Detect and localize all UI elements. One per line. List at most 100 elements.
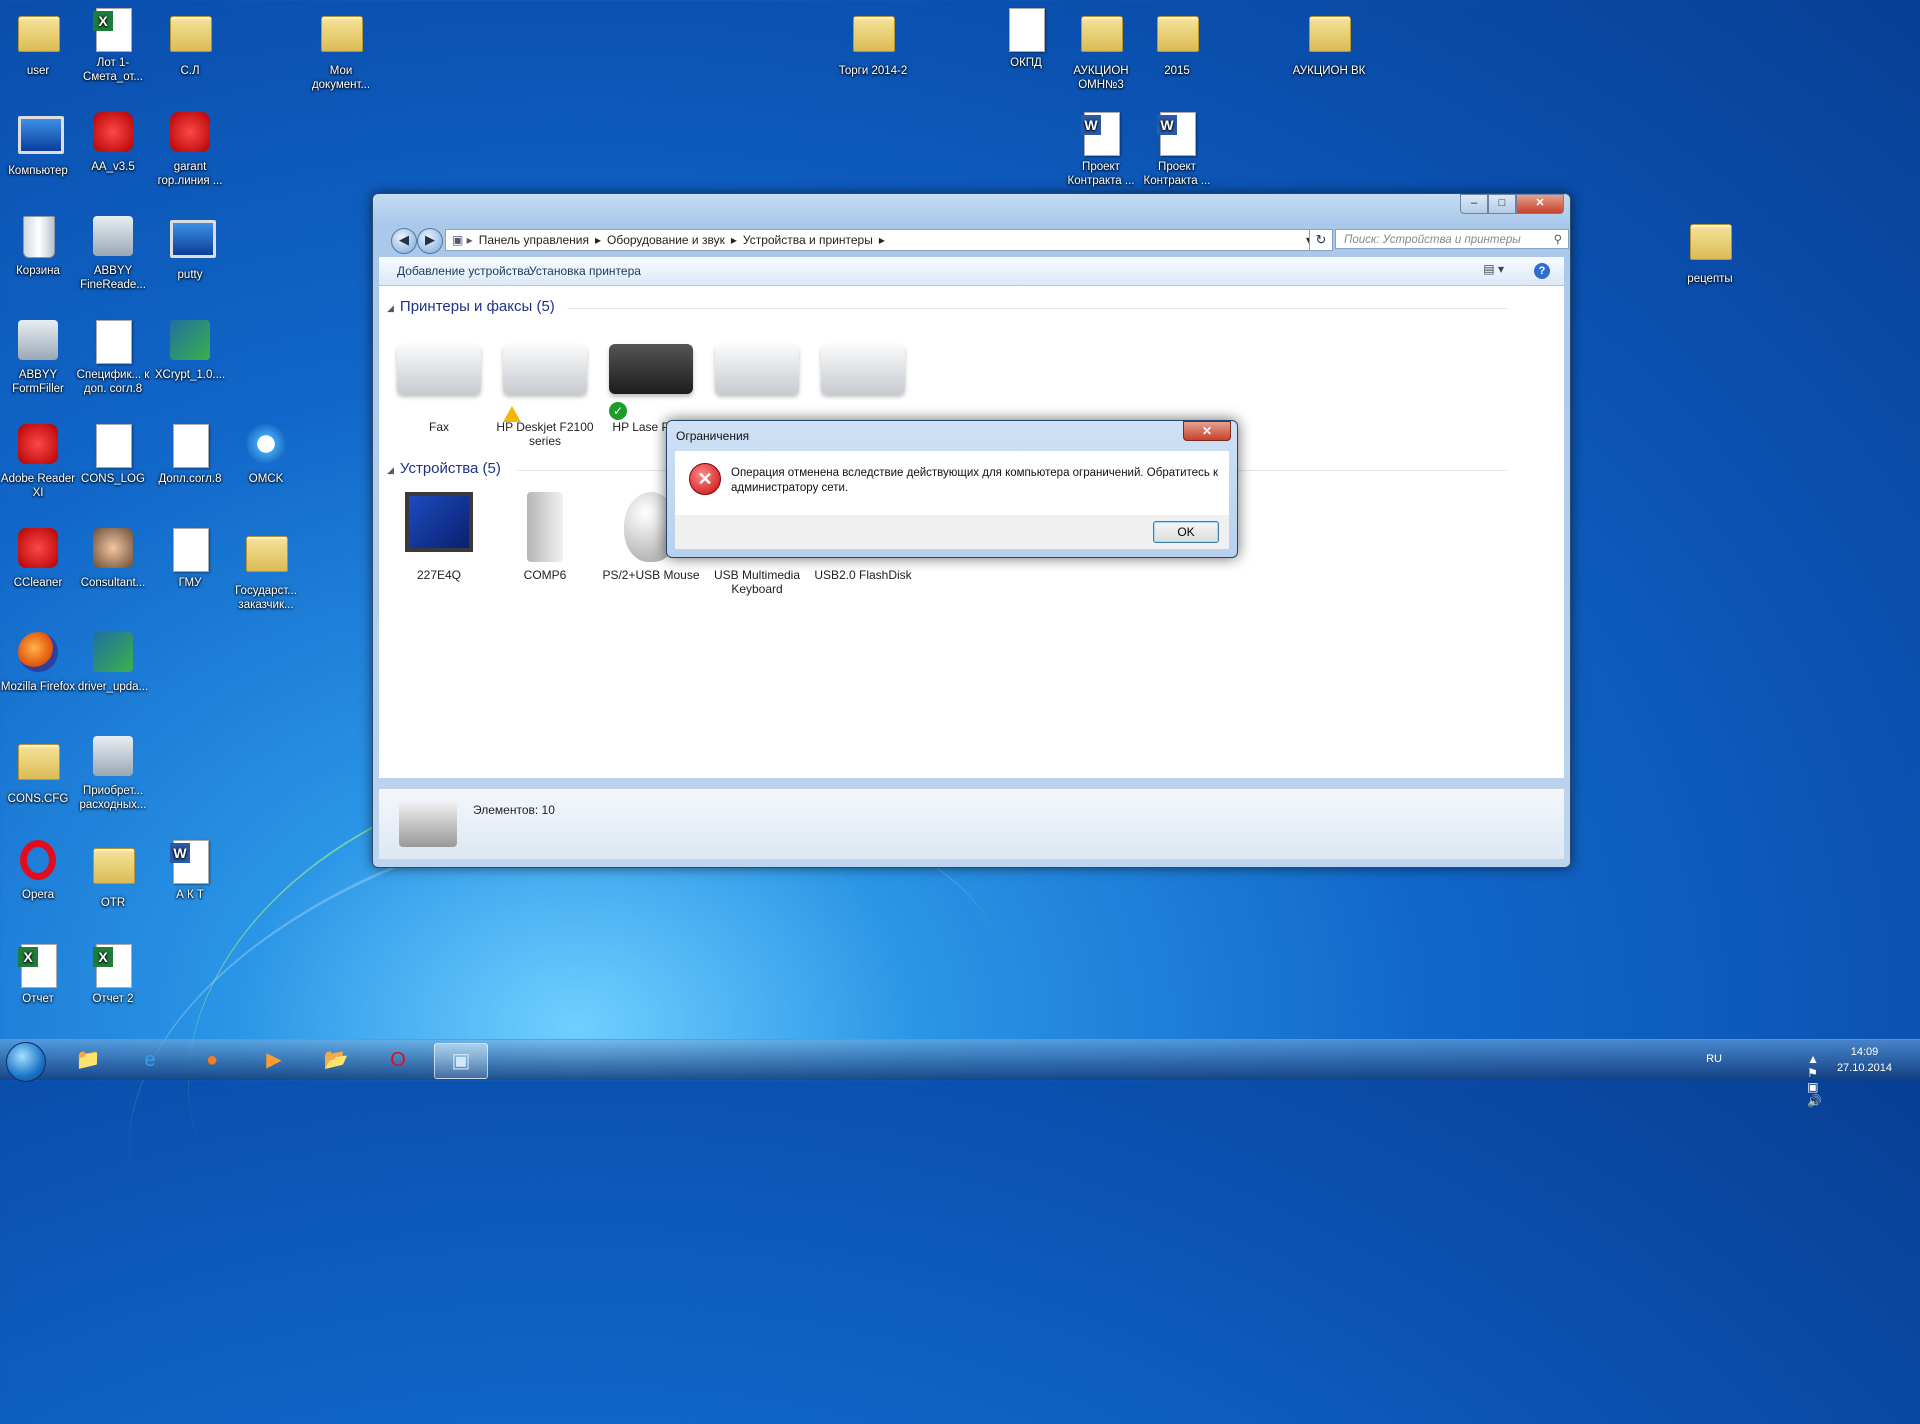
desktop-icon-otchet[interactable]: Отчет bbox=[0, 944, 78, 1006]
breadcrumb-control-panel[interactable]: Панель управления bbox=[479, 233, 589, 247]
firefox-taskbar-icon[interactable]: ● bbox=[186, 1043, 238, 1077]
desktop-icon-cons-log[interactable]: CONS_LOG bbox=[73, 424, 153, 486]
desktop-icon-cons-cfg[interactable]: CONS.CFG bbox=[0, 736, 78, 806]
desktop-icon-garant[interactable]: garant гор.линия ... bbox=[150, 112, 230, 188]
word-icon bbox=[1081, 112, 1120, 156]
abbyy-icon bbox=[18, 320, 58, 360]
desktop-icon-ccleaner[interactable]: CCleaner bbox=[0, 528, 78, 590]
desktop-icon-gos-zakazchik[interactable]: Государст... заказчик... bbox=[226, 528, 306, 612]
search-input[interactable]: Поиск: Устройства и принтеры ⚲ bbox=[1335, 229, 1569, 249]
folder-icon bbox=[18, 744, 60, 780]
explorer-taskbar-icon[interactable]: 📁 bbox=[62, 1043, 114, 1077]
dialog-title: Ограничения bbox=[676, 429, 750, 443]
folder-icon bbox=[1309, 16, 1351, 52]
desktop-icon-project-contract-1[interactable]: Проект Контракта ... bbox=[1061, 112, 1141, 188]
breadcrumb-devices-printers[interactable]: Устройства и принтеры bbox=[743, 233, 873, 247]
printer-icon bbox=[715, 344, 799, 394]
control-panel-taskbar-icon[interactable]: ▣ bbox=[434, 1043, 488, 1079]
desktop-icon-torgi[interactable]: Торги 2014-2 bbox=[833, 8, 913, 78]
desktop-icon-driver-update[interactable]: driver_upda... bbox=[73, 632, 153, 694]
address-bar[interactable]: ▣ ▸ Панель управления ▸ Оборудование и зв… bbox=[445, 229, 1319, 251]
desktop-icon-xcrypt[interactable]: XCrypt_1.0.... bbox=[150, 320, 230, 382]
tray-icons[interactable]: ▲ ⚑ ▣ 🔊 bbox=[1807, 1052, 1828, 1108]
folder-icon bbox=[170, 16, 212, 52]
device-monitor[interactable]: 227E4Q bbox=[389, 492, 489, 582]
desktop-icon-abbyy-finereader[interactable]: ABBYY FineReade... bbox=[73, 216, 153, 292]
printer-hp-deskjet[interactable]: HP Deskjet F2100 series bbox=[495, 330, 595, 448]
desktop-icon-opera[interactable]: Opera bbox=[0, 840, 78, 902]
forward-button[interactable]: ▶ bbox=[417, 228, 443, 254]
address-bar-row: ◀ ▶ ▣ ▸ Панель управления ▸ Оборудование … bbox=[381, 227, 1569, 254]
media-player-taskbar-icon[interactable]: ▶ bbox=[248, 1043, 300, 1077]
back-button[interactable]: ◀ bbox=[391, 228, 417, 254]
opera-taskbar-icon[interactable]: O bbox=[372, 1043, 424, 1077]
clock-date: 27.10.2014 bbox=[1836, 1062, 1892, 1074]
desktop-icon-sl[interactable]: С.Л bbox=[150, 8, 230, 78]
printer-icon bbox=[503, 344, 587, 394]
desktop-icon-2015[interactable]: 2015 bbox=[1137, 8, 1217, 78]
language-indicator[interactable]: RU bbox=[1706, 1053, 1722, 1065]
folder-taskbar-icon[interactable]: 📂 bbox=[310, 1043, 362, 1077]
computer-tower-icon bbox=[527, 492, 563, 562]
printer-fax[interactable]: Fax bbox=[389, 330, 489, 434]
minimize-button[interactable]: – bbox=[1460, 194, 1488, 214]
install-printer-button[interactable]: Установка принтера bbox=[529, 264, 641, 278]
desktop-icon-aa[interactable]: AA_v3.5 bbox=[73, 112, 153, 174]
desktop-icon-akt[interactable]: А К Т bbox=[150, 840, 230, 902]
recycle-bin-icon bbox=[23, 216, 55, 258]
close-button[interactable]: ✕ bbox=[1516, 194, 1564, 214]
desktop-icon-omck[interactable]: OMCK bbox=[226, 424, 306, 486]
xcrypt-icon bbox=[170, 320, 210, 360]
printer-5[interactable] bbox=[813, 330, 913, 420]
desktop-icon-recycle-bin[interactable]: Корзина bbox=[0, 216, 78, 278]
ok-button[interactable]: OK bbox=[1153, 521, 1219, 543]
desktop-icon-gmu[interactable]: ГМУ bbox=[150, 528, 230, 590]
help-icon[interactable]: ? bbox=[1534, 263, 1550, 279]
maximize-button[interactable]: □ bbox=[1488, 194, 1516, 214]
printer-hp-laserjet[interactable]: ✓ HP Lase P100 bbox=[601, 330, 701, 434]
collapse-triangle-icon: ◢ bbox=[387, 303, 394, 313]
desktop-icon-computer[interactable]: Компьютер bbox=[0, 112, 78, 178]
desktop-icon-priobretenie[interactable]: Приобрет... расходных... bbox=[73, 736, 153, 812]
desktop-icon-user[interactable]: user bbox=[0, 8, 78, 78]
view-options-icon[interactable]: ▤ ▾ bbox=[1483, 262, 1504, 276]
desktop-icon-project-contract-2[interactable]: Проект Контракта ... bbox=[1137, 112, 1217, 188]
dialog-footer: OK bbox=[675, 515, 1229, 549]
devices-group-header[interactable]: ◢ Устройства (5) bbox=[387, 460, 1507, 477]
desktop-icon-my-documents[interactable]: Мои документ... bbox=[301, 8, 381, 92]
desktop-icon-putty[interactable]: putty bbox=[150, 216, 230, 282]
adobe-reader-icon bbox=[18, 424, 58, 464]
desktop-icon-consultant[interactable]: Consultant... bbox=[73, 528, 153, 590]
desktop-icon-firefox[interactable]: Mozilla Firefox bbox=[0, 632, 78, 694]
desktop-icon-otchet-2[interactable]: Отчет 2 bbox=[73, 944, 153, 1006]
start-button[interactable] bbox=[6, 1042, 46, 1082]
breadcrumb-hardware-sound[interactable]: Оборудование и звук bbox=[607, 233, 725, 247]
devices-printers-icon bbox=[399, 803, 457, 847]
desktop-icon-dopl-sogl[interactable]: Допл.согл.8 bbox=[150, 424, 230, 486]
desktop-icon-abbyy-formfiller[interactable]: ABBYY FormFiller bbox=[0, 320, 78, 396]
desktop-icon-okpd[interactable]: ОКПД bbox=[986, 8, 1066, 70]
ie-taskbar-icon[interactable]: e bbox=[124, 1043, 176, 1077]
clock[interactable]: 14:09 27.10.2014 bbox=[1837, 1044, 1892, 1076]
desktop-icon-lot-smeta[interactable]: Лот 1-Смета_от... bbox=[73, 8, 153, 84]
clock-time: 14:09 bbox=[1850, 1046, 1879, 1058]
desktop-icon-specification[interactable]: Специфик... к доп. согл.8 bbox=[73, 320, 153, 396]
desktop-icon-adobe-reader[interactable]: Adobe Reader XI bbox=[0, 424, 78, 500]
desktop-icon-auction-vk[interactable]: АУКЦИОН ВК bbox=[1289, 8, 1369, 78]
dialog-close-button[interactable]: ✕ bbox=[1183, 421, 1231, 441]
printer-4[interactable] bbox=[707, 330, 807, 420]
folder-icon bbox=[18, 16, 60, 52]
word-icon bbox=[1157, 112, 1196, 156]
computer-icon bbox=[18, 116, 64, 154]
add-device-button[interactable]: Добавление устройства bbox=[397, 264, 530, 278]
firefox-icon bbox=[18, 632, 58, 672]
ccleaner-icon bbox=[18, 528, 58, 568]
folder-icon bbox=[246, 536, 288, 572]
desktop-icon-auction-omn3[interactable]: АУКЦИОН ОМН№3 bbox=[1061, 8, 1141, 92]
desktop-icon-otr[interactable]: OTR bbox=[73, 840, 153, 910]
device-computer[interactable]: COMP6 bbox=[495, 492, 595, 582]
folder-icon bbox=[1081, 16, 1123, 52]
refresh-button[interactable]: ↻ bbox=[1309, 229, 1333, 251]
printers-group-header[interactable]: ◢ Принтеры и факсы (5) bbox=[387, 298, 1507, 315]
desktop-icon-recepty[interactable]: рецепты bbox=[1670, 216, 1750, 286]
